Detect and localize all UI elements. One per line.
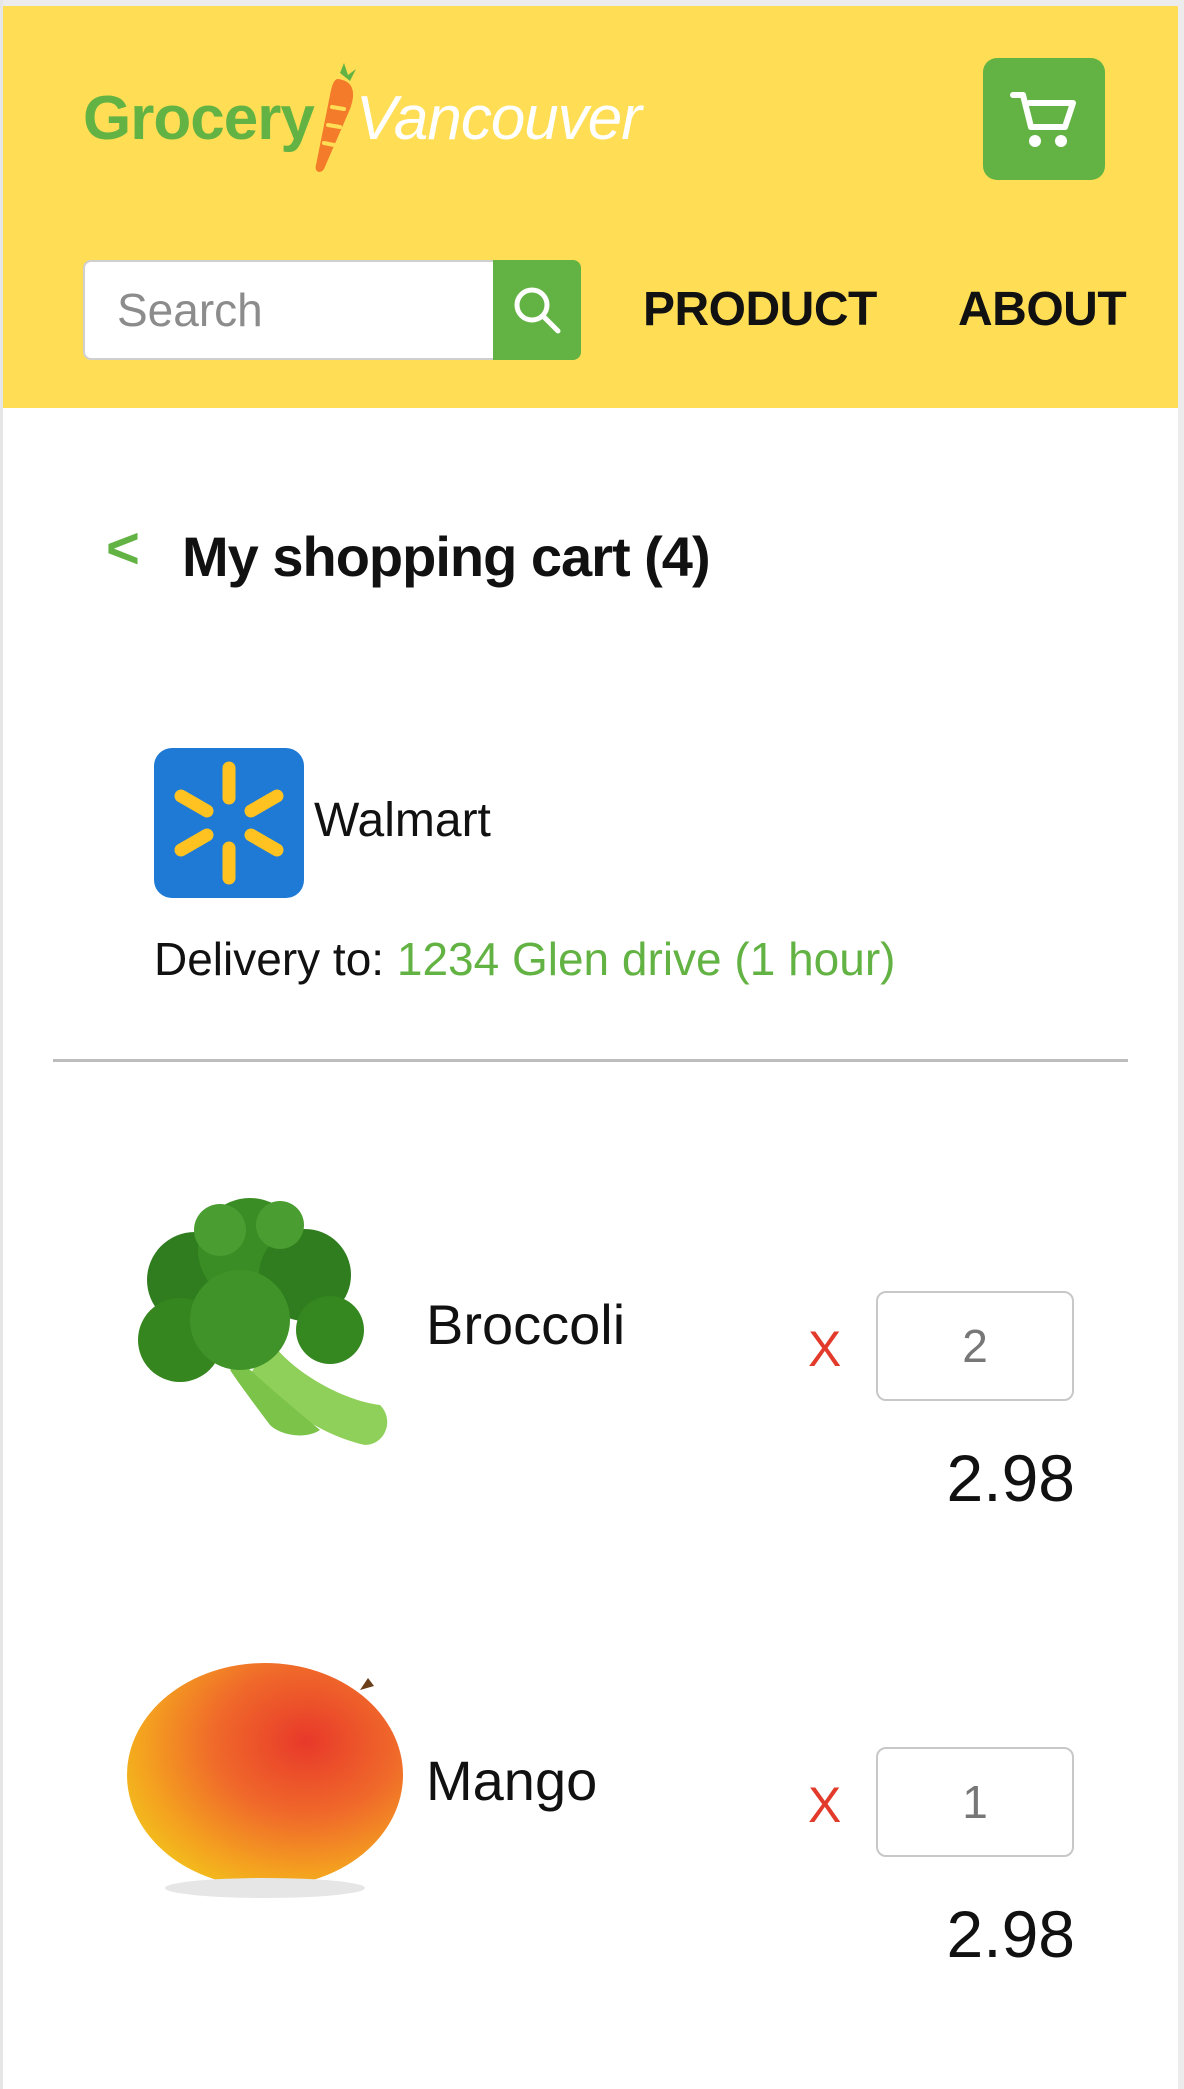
remove-item-button[interactable]: X <box>808 1320 841 1378</box>
mango-image <box>127 1663 403 1898</box>
search-icon <box>514 287 561 334</box>
item-name: Broccoli <box>426 1293 626 1356</box>
nav-link-about[interactable]: ABOUT <box>958 282 1127 337</box>
quantity-input[interactable] <box>876 1291 1074 1401</box>
broccoli-image <box>138 1198 388 1445</box>
page-title: My shopping cart (4) <box>182 525 711 588</box>
back-button[interactable]: < <box>106 515 140 582</box>
site-header: Grocery Vancouver PRODUCT A <box>3 6 1178 408</box>
quantity-input[interactable] <box>876 1747 1074 1857</box>
logo-text-grocery: Grocery <box>83 83 315 153</box>
carrot-icon <box>315 63 356 172</box>
search-input[interactable] <box>115 282 539 338</box>
site-logo[interactable]: Grocery Vancouver <box>83 58 642 178</box>
remove-item-button[interactable]: X <box>808 1776 841 1834</box>
search-button[interactable] <box>493 260 581 360</box>
shopping-cart-icon <box>1010 92 1076 147</box>
walmart-logo-icon <box>154 748 304 898</box>
nav-link-product[interactable]: PRODUCT <box>643 282 877 337</box>
page: Grocery Vancouver PRODUCT A <box>0 0 1184 2089</box>
store-name: Walmart <box>314 794 491 847</box>
logo-text-vancouver: Vancouver <box>355 83 642 153</box>
cart-button[interactable] <box>983 58 1105 180</box>
delivery-info: Delivery to: 1234 Glen drive (1 hour) <box>154 932 895 986</box>
delivery-address-link[interactable]: 1234 Glen drive (1 hour) <box>397 933 896 985</box>
item-name: Mango <box>426 1749 598 1812</box>
delivery-label: Delivery to: <box>154 933 397 985</box>
item-price: 2.98 <box>946 1441 1075 1515</box>
frame-right <box>1178 0 1184 2089</box>
item-price: 2.98 <box>946 1897 1075 1971</box>
divider <box>53 1059 1128 1062</box>
